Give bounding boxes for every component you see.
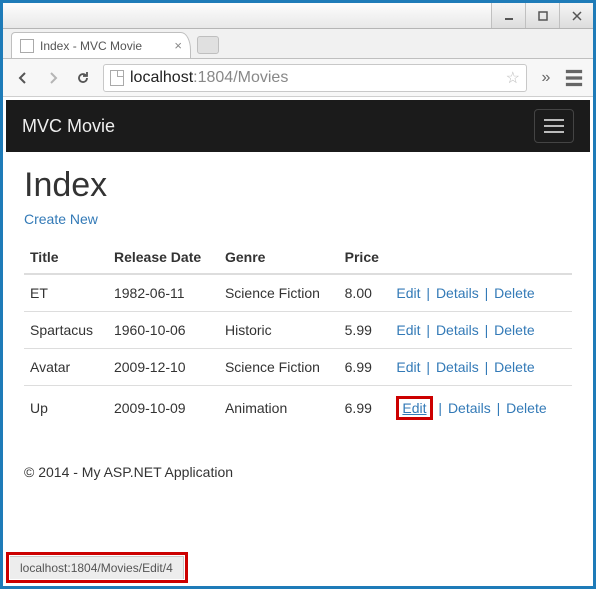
site-navbar: MVC Movie	[6, 100, 590, 152]
window-titlebar	[3, 3, 593, 29]
new-tab-button[interactable]	[197, 36, 219, 54]
delete-link[interactable]: Delete	[494, 285, 534, 301]
page-icon	[110, 70, 124, 86]
url-path: :1804/Movies	[193, 69, 288, 87]
cell-genre: Historic	[219, 312, 339, 349]
action-sep: |	[435, 400, 446, 416]
page-heading: Index	[24, 166, 572, 205]
cell-price: 6.99	[339, 349, 391, 386]
table-row: Avatar2009-12-10Science Fiction6.99Edit …	[24, 349, 572, 386]
cell-price: 5.99	[339, 312, 391, 349]
status-highlight: localhost:1804/Movies/Edit/4	[6, 552, 188, 583]
maximize-button[interactable]	[525, 3, 559, 28]
details-link[interactable]: Details	[436, 322, 479, 338]
navbar-brand[interactable]: MVC Movie	[22, 116, 115, 137]
back-button[interactable]	[9, 64, 37, 92]
browser-tab[interactable]: Index - MVC Movie ×	[11, 32, 191, 58]
cell-release: 1960-10-06	[108, 312, 219, 349]
hamburger-bar-icon	[544, 119, 564, 121]
action-sep: |	[493, 400, 504, 416]
details-link[interactable]: Details	[448, 400, 491, 416]
cell-title: ET	[24, 274, 108, 312]
create-new-link[interactable]: Create New	[24, 211, 98, 227]
edit-link[interactable]: Edit	[396, 359, 420, 375]
edit-link[interactable]: Edit	[402, 400, 426, 416]
cell-title: Spartacus	[24, 312, 108, 349]
browser-toolbar: localhost:1804/Movies ☆ »	[3, 59, 593, 97]
cell-price: 6.99	[339, 386, 391, 431]
page-favicon-icon	[20, 39, 34, 53]
tab-close-icon[interactable]: ×	[174, 38, 182, 53]
cell-actions: Edit | Details | Delete	[390, 312, 572, 349]
cell-release: 2009-12-10	[108, 349, 219, 386]
table-row: Up2009-10-09Animation6.99Edit | Details …	[24, 386, 572, 431]
col-price: Price	[339, 241, 391, 274]
cell-actions: Edit | Details | Delete	[390, 274, 572, 312]
action-sep: |	[481, 359, 492, 375]
address-bar[interactable]: localhost:1804/Movies ☆	[103, 64, 527, 92]
reload-button[interactable]	[69, 64, 97, 92]
cell-release: 2009-10-09	[108, 386, 219, 431]
cell-release: 1982-06-11	[108, 274, 219, 312]
table-row: ET1982-06-11Science Fiction8.00Edit | De…	[24, 274, 572, 312]
action-sep: |	[481, 285, 492, 301]
delete-link[interactable]: Delete	[494, 322, 534, 338]
col-title: Title	[24, 241, 108, 274]
close-button[interactable]	[559, 3, 593, 28]
cell-actions: Edit | Details | Delete	[390, 386, 572, 431]
page-content: Index Create New Title Release Date Genr…	[6, 152, 590, 494]
delete-link[interactable]: Delete	[506, 400, 546, 416]
movies-table: Title Release Date Genre Price ET1982-06…	[24, 241, 572, 430]
cell-title: Up	[24, 386, 108, 431]
cell-price: 8.00	[339, 274, 391, 312]
table-row: Spartacus1960-10-06Historic5.99Edit | De…	[24, 312, 572, 349]
status-bar: localhost:1804/Movies/Edit/4	[10, 556, 184, 579]
hamburger-bar-icon	[544, 125, 564, 127]
col-release: Release Date	[108, 241, 219, 274]
edit-link[interactable]: Edit	[396, 285, 420, 301]
details-link[interactable]: Details	[436, 359, 479, 375]
forward-button[interactable]	[39, 64, 67, 92]
cell-title: Avatar	[24, 349, 108, 386]
action-sep: |	[423, 285, 434, 301]
action-sep: |	[481, 322, 492, 338]
cell-genre: Animation	[219, 386, 339, 431]
minimize-button[interactable]	[491, 3, 525, 28]
cell-genre: Science Fiction	[219, 274, 339, 312]
hamburger-bar-icon	[544, 131, 564, 133]
overflow-button[interactable]: »	[533, 64, 559, 92]
edit-highlight: Edit	[396, 396, 432, 420]
edit-link[interactable]: Edit	[396, 322, 420, 338]
action-sep: |	[423, 359, 434, 375]
url-host: localhost	[130, 69, 193, 87]
action-sep: |	[423, 322, 434, 338]
tab-title: Index - MVC Movie	[40, 39, 142, 53]
navbar-toggle-button[interactable]	[534, 109, 574, 143]
delete-link[interactable]: Delete	[494, 359, 534, 375]
page-viewport: MVC Movie Index Create New Title Release…	[6, 100, 590, 583]
bookmark-star-icon[interactable]: ☆	[506, 68, 520, 88]
col-genre: Genre	[219, 241, 339, 274]
cell-actions: Edit | Details | Delete	[390, 349, 572, 386]
page-footer: © 2014 - My ASP.NET Application	[24, 464, 572, 480]
browser-tabstrip: Index - MVC Movie ×	[3, 29, 593, 59]
details-link[interactable]: Details	[436, 285, 479, 301]
cell-genre: Science Fiction	[219, 349, 339, 386]
chrome-menu-button[interactable]	[561, 64, 587, 92]
